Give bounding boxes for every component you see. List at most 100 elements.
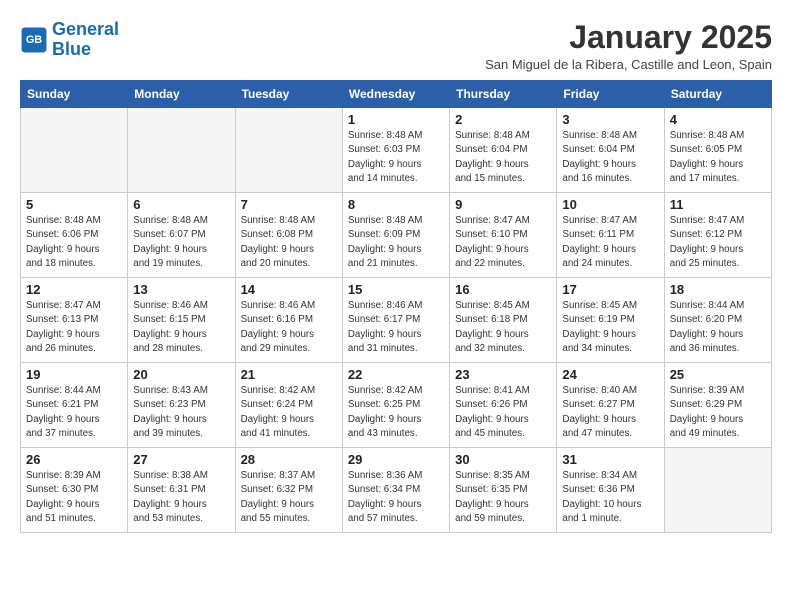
- header-tuesday: Tuesday: [235, 81, 342, 108]
- day-number: 22: [348, 367, 444, 382]
- day-number: 28: [241, 452, 337, 467]
- cell-w1-d1: [128, 108, 235, 193]
- day-info: Sunrise: 8:41 AM Sunset: 6:26 PM Dayligh…: [455, 384, 551, 441]
- day-info: Sunrise: 8:46 AM Sunset: 6:16 PM Dayligh…: [241, 299, 337, 356]
- cell-w3-d2: 14 Sunrise: 8:46 AM Sunset: 6:16 PM Dayli…: [235, 278, 342, 363]
- cell-w5-d4: 30 Sunrise: 8:35 AM Sunset: 6:35 PM Dayli…: [450, 448, 557, 533]
- day-info: Sunrise: 8:39 AM Sunset: 6:29 PM Dayligh…: [670, 384, 766, 441]
- day-info: Sunrise: 8:46 AM Sunset: 6:17 PM Dayligh…: [348, 299, 444, 356]
- header-monday: Monday: [128, 81, 235, 108]
- day-info: Sunrise: 8:35 AM Sunset: 6:35 PM Dayligh…: [455, 469, 551, 526]
- cell-w4-d5: 24 Sunrise: 8:40 AM Sunset: 6:27 PM Dayli…: [557, 363, 664, 448]
- cell-w2-d5: 10 Sunrise: 8:47 AM Sunset: 6:11 PM Dayli…: [557, 193, 664, 278]
- week-row-5: 26Sunrise: 8:39 AM Sunset: 6:30 PM Dayli…: [21, 448, 772, 533]
- day-number: 25: [670, 367, 766, 382]
- page: GB General Blue January 2025 San Miguel …: [0, 0, 792, 543]
- day-number: 23: [455, 367, 551, 382]
- day-info: Sunrise: 8:40 AM Sunset: 6:27 PM Dayligh…: [562, 384, 658, 441]
- day-number: 9: [455, 197, 551, 212]
- day-info: Sunrise: 8:43 AM Sunset: 6:23 PM Dayligh…: [133, 384, 229, 441]
- day-info: Sunrise: 8:37 AM Sunset: 6:32 PM Dayligh…: [241, 469, 337, 526]
- day-info: Sunrise: 8:38 AM Sunset: 6:31 PM Dayligh…: [133, 469, 229, 526]
- day-number: 19: [26, 367, 122, 382]
- cell-w3-d5: 17 Sunrise: 8:45 AM Sunset: 6:19 PM Dayli…: [557, 278, 664, 363]
- day-number: 16: [455, 282, 551, 297]
- day-number: 27: [133, 452, 229, 467]
- day-number: 29: [348, 452, 444, 467]
- svg-text:GB: GB: [26, 34, 42, 46]
- day-number: 2: [455, 112, 551, 127]
- day-info: Sunrise: 8:44 AM Sunset: 6:20 PM Dayligh…: [670, 299, 766, 356]
- day-number: 24: [562, 367, 658, 382]
- cell-w4-d1: 20 Sunrise: 8:43 AM Sunset: 6:23 PM Dayli…: [128, 363, 235, 448]
- cell-w2-d1: 6Sunrise: 8:48 AM Sunset: 6:07 PM Daylig…: [128, 193, 235, 278]
- cell-w4-d2: 21 Sunrise: 8:42 AM Sunset: 6:24 PM Dayli…: [235, 363, 342, 448]
- cell-w1-d0: [21, 108, 128, 193]
- day-info: Sunrise: 8:48 AM Sunset: 6:04 PM Dayligh…: [455, 129, 551, 186]
- day-number: 1: [348, 112, 444, 127]
- cell-w2-d6: 11Sunrise: 8:47 AM Sunset: 6:12 PM Dayli…: [664, 193, 771, 278]
- day-number: 18: [670, 282, 766, 297]
- cell-w4-d6: 25 Sunrise: 8:39 AM Sunset: 6:29 PM Dayli…: [664, 363, 771, 448]
- day-number: 30: [455, 452, 551, 467]
- cell-w2-d2: 7Sunrise: 8:48 AM Sunset: 6:08 PM Daylig…: [235, 193, 342, 278]
- header-thursday: Thursday: [450, 81, 557, 108]
- day-number: 21: [241, 367, 337, 382]
- logo: GB General Blue: [20, 20, 119, 60]
- header-wednesday: Wednesday: [342, 81, 449, 108]
- day-info: Sunrise: 8:47 AM Sunset: 6:11 PM Dayligh…: [562, 214, 658, 271]
- cell-w1-d2: [235, 108, 342, 193]
- day-number: 20: [133, 367, 229, 382]
- day-number: 15: [348, 282, 444, 297]
- cell-w5-d1: 27 Sunrise: 8:38 AM Sunset: 6:31 PM Dayli…: [128, 448, 235, 533]
- cell-w4-d4: 23 Sunrise: 8:41 AM Sunset: 6:26 PM Dayli…: [450, 363, 557, 448]
- cell-w3-d6: 18 Sunrise: 8:44 AM Sunset: 6:20 PM Dayli…: [664, 278, 771, 363]
- header-friday: Friday: [557, 81, 664, 108]
- cell-w2-d3: 8Sunrise: 8:48 AM Sunset: 6:09 PM Daylig…: [342, 193, 449, 278]
- day-number: 6: [133, 197, 229, 212]
- day-number: 10: [562, 197, 658, 212]
- day-number: 7: [241, 197, 337, 212]
- day-info: Sunrise: 8:45 AM Sunset: 6:18 PM Dayligh…: [455, 299, 551, 356]
- day-number: 5: [26, 197, 122, 212]
- cell-w5-d6: [664, 448, 771, 533]
- week-row-2: 5 Sunrise: 8:48 AM Sunset: 6:06 PM Daylig…: [21, 193, 772, 278]
- day-number: 26: [26, 452, 122, 467]
- cell-w5-d3: 29 Sunrise: 8:36 AM Sunset: 6:34 PM Dayli…: [342, 448, 449, 533]
- cell-w2-d0: 5 Sunrise: 8:48 AM Sunset: 6:06 PM Daylig…: [21, 193, 128, 278]
- day-number: 14: [241, 282, 337, 297]
- header-saturday: Saturday: [664, 81, 771, 108]
- header: GB General Blue January 2025 San Miguel …: [20, 20, 772, 72]
- cell-w5-d0: 26Sunrise: 8:39 AM Sunset: 6:30 PM Dayli…: [21, 448, 128, 533]
- day-number: 4: [670, 112, 766, 127]
- week-row-1: 1 Sunrise: 8:48 AM Sunset: 6:03 PM Daylig…: [21, 108, 772, 193]
- day-info: Sunrise: 8:48 AM Sunset: 6:09 PM Dayligh…: [348, 214, 444, 271]
- day-info: Sunrise: 8:48 AM Sunset: 6:06 PM Dayligh…: [26, 214, 122, 271]
- logo-icon: GB: [20, 26, 48, 54]
- day-info: Sunrise: 8:47 AM Sunset: 6:10 PM Dayligh…: [455, 214, 551, 271]
- subtitle: San Miguel de la Ribera, Castille and Le…: [485, 57, 772, 72]
- day-info: Sunrise: 8:42 AM Sunset: 6:25 PM Dayligh…: [348, 384, 444, 441]
- day-info: Sunrise: 8:48 AM Sunset: 6:04 PM Dayligh…: [562, 129, 658, 186]
- calendar-table: Sunday Monday Tuesday Wednesday Thursday…: [20, 80, 772, 533]
- cell-w3-d3: 15 Sunrise: 8:46 AM Sunset: 6:17 PM Dayli…: [342, 278, 449, 363]
- day-info: Sunrise: 8:36 AM Sunset: 6:34 PM Dayligh…: [348, 469, 444, 526]
- cell-w1-d3: 1 Sunrise: 8:48 AM Sunset: 6:03 PM Daylig…: [342, 108, 449, 193]
- cell-w5-d2: 28 Sunrise: 8:37 AM Sunset: 6:32 PM Dayli…: [235, 448, 342, 533]
- day-info: Sunrise: 8:42 AM Sunset: 6:24 PM Dayligh…: [241, 384, 337, 441]
- week-row-3: 12Sunrise: 8:47 AM Sunset: 6:13 PM Dayli…: [21, 278, 772, 363]
- day-number: 17: [562, 282, 658, 297]
- day-number: 13: [133, 282, 229, 297]
- cell-w4-d0: 19Sunrise: 8:44 AM Sunset: 6:21 PM Dayli…: [21, 363, 128, 448]
- day-info: Sunrise: 8:48 AM Sunset: 6:03 PM Dayligh…: [348, 129, 444, 186]
- day-info: Sunrise: 8:47 AM Sunset: 6:13 PM Dayligh…: [26, 299, 122, 356]
- day-info: Sunrise: 8:46 AM Sunset: 6:15 PM Dayligh…: [133, 299, 229, 356]
- title-block: January 2025 San Miguel de la Ribera, Ca…: [485, 20, 772, 72]
- day-info: Sunrise: 8:45 AM Sunset: 6:19 PM Dayligh…: [562, 299, 658, 356]
- day-info: Sunrise: 8:48 AM Sunset: 6:05 PM Dayligh…: [670, 129, 766, 186]
- cell-w4-d3: 22 Sunrise: 8:42 AM Sunset: 6:25 PM Dayli…: [342, 363, 449, 448]
- logo-text: General Blue: [52, 20, 119, 60]
- weekday-header-row: Sunday Monday Tuesday Wednesday Thursday…: [21, 81, 772, 108]
- cell-w5-d5: 31Sunrise: 8:34 AM Sunset: 6:36 PM Dayli…: [557, 448, 664, 533]
- cell-w3-d4: 16 Sunrise: 8:45 AM Sunset: 6:18 PM Dayli…: [450, 278, 557, 363]
